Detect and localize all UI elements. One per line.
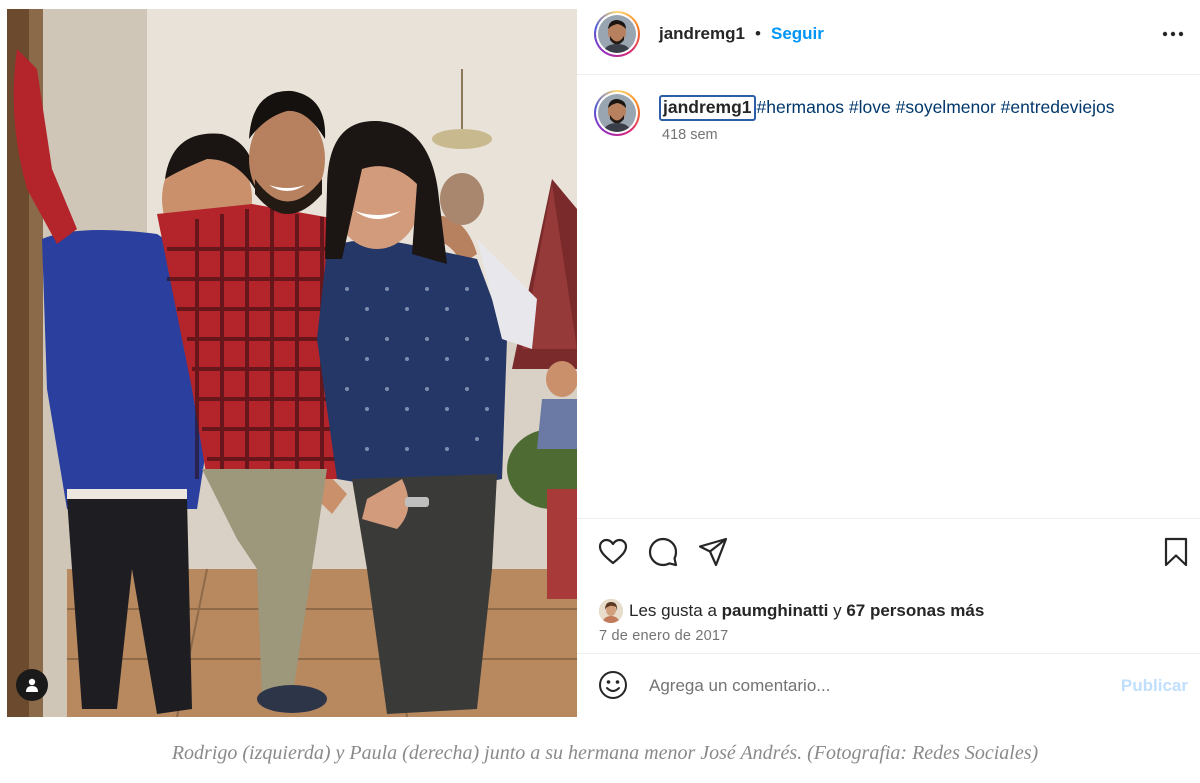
post-photo[interactable]	[7, 9, 577, 717]
post-date[interactable]: 7 de enero de 2017	[599, 628, 728, 644]
post-sidebar: jandremg1 • Seguir jandremg1 #hermanos #…	[577, 9, 1200, 717]
comment-icon[interactable]	[647, 536, 679, 568]
avatar-image	[598, 15, 636, 53]
send-icon[interactable]	[697, 536, 729, 568]
caption-timestamp[interactable]: 418 sem	[662, 127, 718, 143]
likes-prefix: Les gusta a	[629, 601, 717, 620]
comment-box: Agrega un comentario... Publicar	[577, 653, 1200, 717]
liker-avatar[interactable]	[599, 599, 623, 623]
author-username[interactable]: jandremg1	[659, 24, 745, 44]
bookmark-icon[interactable]	[1160, 536, 1192, 568]
figure-caption: Rodrigo (izquierda) y Paula (derecha) ju…	[171, 742, 1039, 764]
emoji-icon[interactable]	[597, 669, 629, 701]
separator-dot: •	[755, 24, 761, 43]
author-avatar[interactable]	[594, 11, 640, 57]
likes-count[interactable]: 67 personas más	[846, 601, 984, 621]
caption-avatar[interactable]	[594, 90, 640, 136]
heart-icon[interactable]	[597, 536, 629, 568]
publish-button[interactable]: Publicar	[1121, 676, 1188, 696]
liker-avatar-image	[599, 599, 623, 623]
comment-input[interactable]: Agrega un comentario...	[649, 676, 830, 696]
instagram-post-embed: jandremg1 • Seguir jandremg1 #hermanos #…	[7, 9, 1200, 717]
action-bar: Les gusta a paumghinatti y 67 personas m…	[577, 518, 1200, 654]
likes-user[interactable]: paumghinatti	[722, 601, 829, 621]
post-header: jandremg1 • Seguir	[577, 9, 1200, 75]
likes-conjunction: y	[833, 601, 842, 620]
caption-hashtags[interactable]: #hermanos #love #soyelmenor #entredeviej…	[757, 97, 1115, 117]
follow-button[interactable]: Seguir	[771, 24, 824, 44]
tagged-people-button[interactable]	[16, 669, 48, 701]
caption-text: jandremg1 #hermanos #love #soyelmenor #en…	[659, 95, 1115, 121]
likes-summary: Les gusta a paumghinatti y 67 personas m…	[599, 599, 984, 623]
more-horizontal-icon[interactable]	[1160, 24, 1186, 44]
caption-username[interactable]: jandremg1	[659, 95, 756, 121]
avatar-image	[598, 94, 636, 132]
post-photo-image	[7, 9, 577, 717]
user-tag-icon	[26, 678, 38, 692]
